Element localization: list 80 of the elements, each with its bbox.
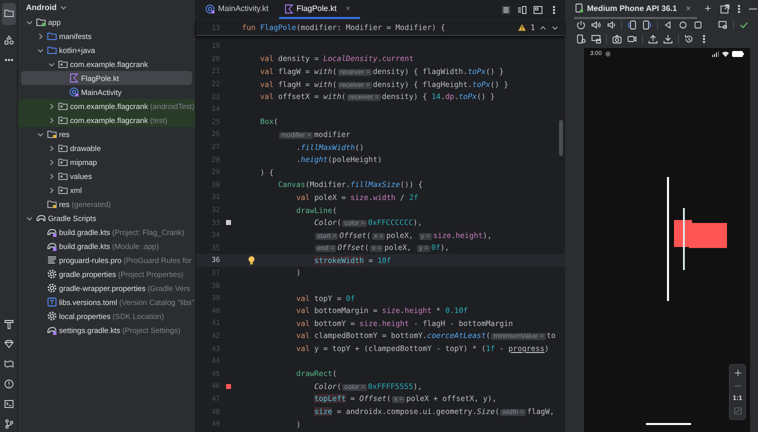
package-folder-icon: [58, 157, 68, 167]
chevron-icon[interactable]: [26, 18, 33, 26]
class-icon: [69, 87, 79, 97]
camera-icon[interactable]: [612, 34, 622, 44]
chevron-icon[interactable]: [48, 116, 55, 124]
editor-tab[interactable]: MainActivity.kt: [200, 0, 279, 19]
add-button[interactable]: +: [704, 3, 712, 15]
structure-icon[interactable]: [4, 35, 14, 45]
back-icon[interactable]: [663, 20, 673, 30]
down-icon[interactable]: [551, 24, 559, 32]
module-folder-icon: [36, 17, 46, 27]
signal-icon: [712, 51, 719, 57]
upload-icon[interactable]: [648, 34, 658, 44]
folder-icon[interactable]: [4, 8, 14, 18]
rotate-left-icon[interactable]: [627, 20, 637, 30]
package-folder-icon: [58, 115, 68, 125]
document-icon: [47, 297, 57, 307]
split-view-icon[interactable]: [517, 4, 527, 14]
chevron-icon[interactable]: [37, 46, 44, 54]
lightbulb-icon[interactable]: [248, 256, 255, 266]
color-swatch[interactable]: [226, 384, 231, 389]
close-icon[interactable]: ×: [686, 4, 691, 12]
chevron-icon[interactable]: [48, 144, 55, 152]
chevron-icon[interactable]: [48, 172, 55, 180]
chevron-icon[interactable]: [48, 102, 55, 110]
display-search-icon[interactable]: [718, 20, 728, 30]
design-view-icon[interactable]: [533, 4, 543, 14]
warning-icon[interactable]: [4, 379, 14, 389]
home-icon[interactable]: [678, 20, 688, 30]
branch-icon[interactable]: [4, 419, 14, 429]
close-icon[interactable]: ×: [346, 4, 350, 13]
settings-icon: [604, 51, 611, 57]
terminal-icon[interactable]: [4, 399, 14, 409]
fit-screen-icon[interactable]: [734, 407, 742, 415]
package-folder-icon: [58, 143, 68, 153]
battery-icon: [732, 51, 744, 57]
resource-folder-icon: [47, 199, 57, 209]
package-folder-icon: [58, 101, 68, 111]
chevron-icon[interactable]: [37, 32, 44, 40]
device-icon[interactable]: [576, 34, 586, 44]
rotate-right-icon[interactable]: [642, 20, 652, 30]
power-icon[interactable]: [576, 20, 586, 30]
hammer-icon[interactable]: [4, 319, 14, 329]
code-view-icon[interactable]: [501, 4, 511, 14]
package-folder-icon: [58, 171, 68, 181]
editor-tab[interactable]: FlagPole.kt ×: [278, 0, 360, 19]
volume-up-icon[interactable]: [591, 20, 601, 30]
resource-folder-icon: [47, 129, 57, 139]
chevron-icon[interactable]: [48, 158, 55, 166]
wifi-icon: [722, 51, 729, 57]
class-icon: [205, 4, 215, 14]
zoom-in-icon[interactable]: [734, 369, 742, 377]
chevron-icon[interactable]: [48, 186, 55, 194]
map-icon[interactable]: [4, 359, 14, 369]
check-icon[interactable]: [739, 20, 749, 30]
view-selector[interactable]: Android: [26, 3, 57, 12]
volume-down-icon[interactable]: [606, 20, 616, 30]
gem-icon[interactable]: [4, 339, 14, 349]
chevron-icon[interactable]: [60, 4, 67, 11]
package-folder-icon: [58, 59, 68, 69]
gear-icon: [47, 311, 57, 321]
download-icon[interactable]: [663, 34, 673, 44]
scrollbar[interactable]: [559, 120, 563, 156]
lines-icon: [47, 255, 57, 265]
up-icon[interactable]: [539, 24, 547, 32]
kotlin-file-icon: [284, 4, 294, 14]
device-frame-icon[interactable]: [591, 34, 601, 44]
overview-icon[interactable]: [693, 20, 703, 30]
phone-icon[interactable]: [574, 3, 584, 13]
kotlin-file-icon: [69, 73, 79, 83]
device-tab[interactable]: Medium Phone API 36.1: [587, 4, 677, 12]
chevron-icon[interactable]: [26, 214, 33, 222]
video-icon[interactable]: [627, 34, 637, 44]
package-folder-icon: [58, 185, 68, 195]
chevron-icon[interactable]: [48, 60, 55, 68]
chevron-icon[interactable]: [37, 130, 44, 138]
color-swatch[interactable]: [226, 220, 231, 226]
reset-icon[interactable]: [684, 34, 694, 44]
warning-icon[interactable]: [518, 24, 526, 31]
external-icon[interactable]: [720, 4, 730, 14]
